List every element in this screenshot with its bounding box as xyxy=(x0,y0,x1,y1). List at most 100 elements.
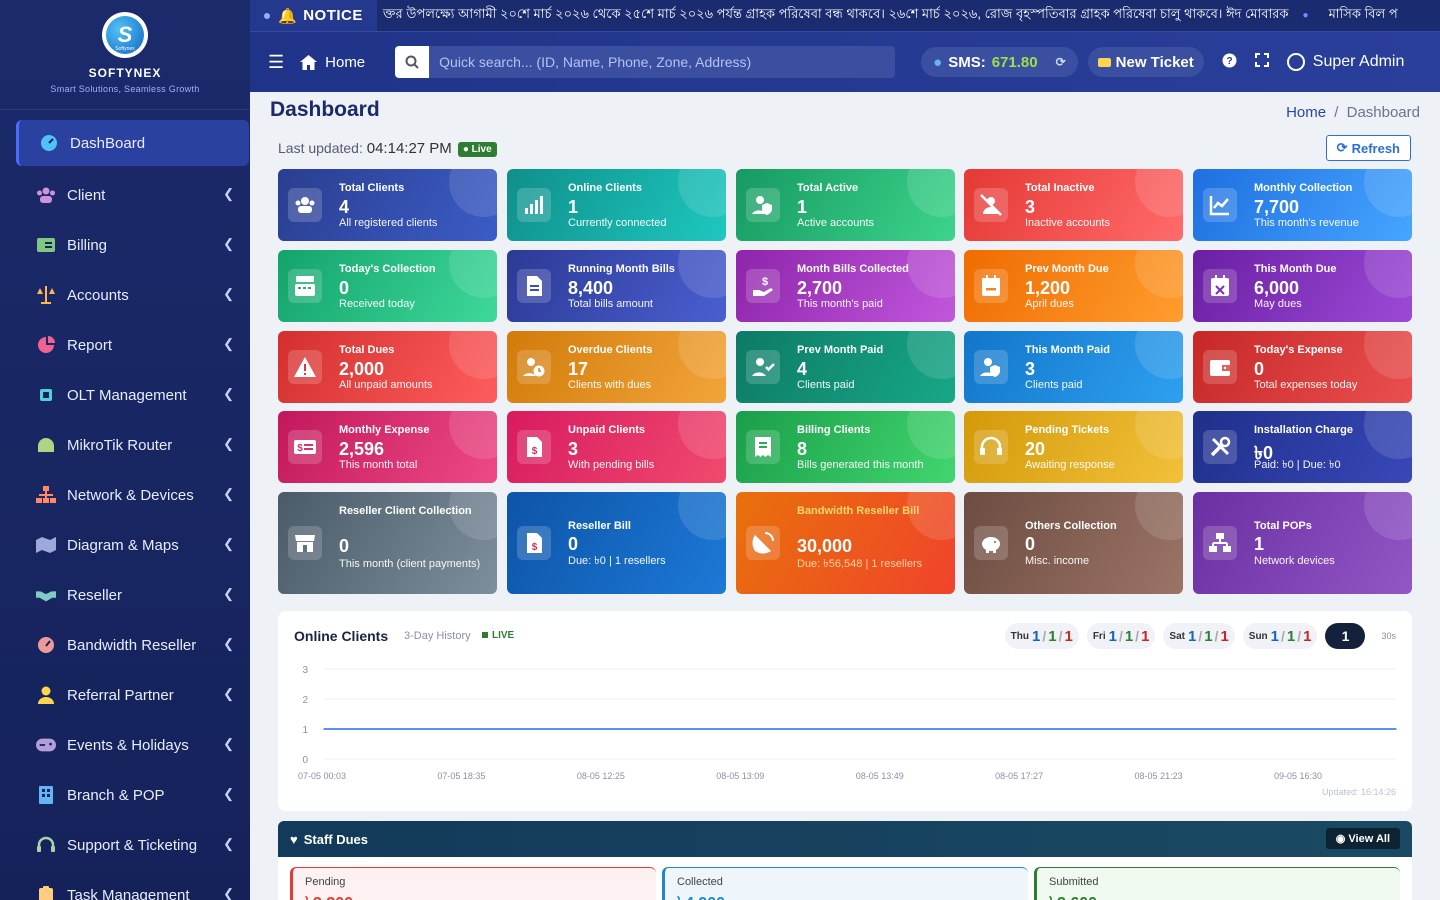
refresh-button[interactable]: ⟳ Refresh xyxy=(1325,135,1411,161)
sidebar-item-accounts[interactable]: Accounts ❮ xyxy=(0,270,250,320)
stat-card-subtitle: Network devices xyxy=(1254,555,1335,567)
sidebar-item-billing[interactable]: Billing ❮ xyxy=(0,220,250,270)
sidebar-item-mikrotik-router[interactable]: MikroTik Router ❮ xyxy=(0,420,250,470)
staff-dues-panel: ♥ Staff Dues ◉ View All Pending ৳3,300 Coll… xyxy=(278,821,1412,900)
sidebar-item-olt-management[interactable]: OLT Management ❮ xyxy=(0,370,250,420)
sidebar-item-events-holidays[interactable]: Events & Holidays ❮ xyxy=(0,720,250,770)
sidebar-item-network-devices[interactable]: Network & Devices ❮ xyxy=(0,470,250,520)
new-ticket-button[interactable]: New Ticket xyxy=(1087,47,1204,77)
sidebar-item-referral-partner[interactable]: Referral Partner ❮ xyxy=(0,670,250,720)
staff-due-label: Collected xyxy=(677,876,723,888)
home-label: Home xyxy=(325,53,366,71)
stat-card-monthly-expense[interactable]: $ Monthly Expense 2,596 This month total xyxy=(278,411,497,483)
user-shield-icon xyxy=(974,350,1008,384)
stat-card-total-active[interactable]: Total Active 1 Active accounts xyxy=(736,169,955,241)
search-box xyxy=(395,46,896,78)
user-check-icon xyxy=(746,350,780,384)
stat-card-title: Total Clients xyxy=(339,182,405,194)
stat-card-prev-month-due[interactable]: Prev Month Due 1,200 April dues xyxy=(964,250,1183,322)
stat-card-total-pops[interactable]: Total POPs 1 Network devices xyxy=(1193,492,1412,594)
stat-card-month-bills-collected[interactable]: $ Month Bills Collected 2,700 This month's … xyxy=(736,250,955,322)
x-tick-label: 08-05 13:09 xyxy=(716,771,764,781)
day-pill-fri[interactable]: Fri 1/1/1 xyxy=(1086,623,1156,649)
gauge-icon xyxy=(36,635,56,655)
stat-card-pending-tickets[interactable]: Pending Tickets 20 Awaiting response xyxy=(964,411,1183,483)
day-pill-sat[interactable]: Sat 1/1/1 xyxy=(1163,623,1235,649)
home-link[interactable]: Home xyxy=(300,54,365,71)
stat-card-online-clients[interactable]: Online Clients 1 Currently connected xyxy=(507,169,726,241)
chevron-left-icon: ❮ xyxy=(223,386,234,401)
billing-icon xyxy=(36,235,56,255)
money-bill-icon: $ xyxy=(288,430,322,464)
view-all-button[interactable]: ◉ View All xyxy=(1325,828,1400,849)
refresh-interval[interactable]: 30s xyxy=(1381,631,1396,641)
sidebar-item-branch-pop[interactable]: Branch & POP ❮ xyxy=(0,770,250,820)
stat-card-today-s-collection[interactable]: Today's Collection 0 Received today xyxy=(278,250,497,322)
router-icon xyxy=(36,435,56,455)
stat-card-bandwidth-reseller-bill[interactable]: Bandwidth Reseller Bill 30,000 Due: ৳56,54… xyxy=(736,492,955,594)
stat-card-value: 17 xyxy=(568,359,589,379)
stat-card-overdue-clients[interactable]: Overdue Clients 17 Clients with dues xyxy=(507,331,726,403)
stat-card-reseller-client-collection[interactable]: Reseller Client Collection 0 This month (c… xyxy=(278,492,497,594)
sms-label: SMS: xyxy=(948,53,986,71)
staff-due-submitted: Submitted ৳2,600 xyxy=(1034,867,1400,900)
chevron-left-icon: ❮ xyxy=(223,286,234,301)
stat-card-billing-clients[interactable]: Billing Clients 8 Bills generated this mon… xyxy=(736,411,955,483)
sidebar-item-label: Referral Partner xyxy=(67,686,174,704)
chevron-left-icon: ❮ xyxy=(223,686,234,701)
y-tick-label: 0 xyxy=(302,755,308,766)
stat-card-this-month-paid[interactable]: This Month Paid 3 Clients paid xyxy=(964,331,1183,403)
chevron-left-icon: ❮ xyxy=(223,836,234,851)
sidebar-item-report[interactable]: Report ❮ xyxy=(0,320,250,370)
search-icon[interactable] xyxy=(395,46,430,78)
help-icon[interactable]: ? xyxy=(1222,53,1237,72)
day-value-c: 1 xyxy=(1141,627,1150,645)
sidebar-item-support-ticketing[interactable]: Support & Ticketing ❮ xyxy=(0,820,250,870)
fullscreen-icon[interactable] xyxy=(1254,53,1269,71)
data-point xyxy=(935,728,938,730)
sitemap-icon xyxy=(1203,526,1237,560)
chip-icon xyxy=(36,385,56,405)
stat-card-this-month-due[interactable]: This Month Due 6,000 May dues xyxy=(1193,250,1412,322)
stat-card-total-dues[interactable]: Total Dues 2,000 All unpaid amounts xyxy=(278,331,497,403)
svg-text:$: $ xyxy=(532,542,538,553)
stat-card-unpaid-clients[interactable]: $ Unpaid Clients 3 With pending bills xyxy=(507,411,726,483)
sync-icon[interactable]: ⟳ xyxy=(1056,55,1066,69)
y-tick-label: 1 xyxy=(302,725,308,736)
sidebar-item-reseller[interactable]: Reseller ❮ xyxy=(0,570,250,620)
stat-card-others-collection[interactable]: Others Collection 0 Misc. income xyxy=(964,492,1183,594)
sidebar-item-task-management[interactable]: Task Management ❮ xyxy=(0,870,250,900)
day-pill-sun[interactable]: Sun 1/1/1 xyxy=(1242,623,1318,649)
stat-card-today-s-expense[interactable]: Today's Expense 0 Total expenses today xyxy=(1193,331,1412,403)
user-menu[interactable]: Super Admin xyxy=(1286,53,1404,71)
stat-card-reseller-bill[interactable]: $ Reseller Bill 0 Due: ৳0 | 1 resellers xyxy=(507,492,726,594)
stat-card-prev-month-paid[interactable]: Prev Month Paid 4 Clients paid xyxy=(736,331,955,403)
stat-card-total-inactive[interactable]: Total Inactive 3 Inactive accounts xyxy=(964,169,1183,241)
stat-card-installation-charge[interactable]: Installation Charge ৳0 Paid: ৳0 | Due: ৳0 xyxy=(1193,411,1412,483)
stat-card-running-month-bills[interactable]: Running Month Bills 8,400 Total bills amou… xyxy=(507,250,726,322)
stat-card-total-clients[interactable]: Total Clients 4 All registered clients xyxy=(278,169,497,241)
chevron-left-icon: ❮ xyxy=(223,886,234,900)
search-input[interactable] xyxy=(429,54,890,70)
chevron-left-icon: ❮ xyxy=(223,586,234,601)
brand-name: SOFTYNEX xyxy=(88,66,162,80)
logo[interactable]: S Softynex xyxy=(102,12,148,58)
sidebar-item-bandwidth-reseller[interactable]: Bandwidth Reseller ❮ xyxy=(0,620,250,670)
stat-card-monthly-collection[interactable]: Monthly Collection 7,700 This month's reve… xyxy=(1193,169,1412,241)
stat-card-title: Month Bills Collected xyxy=(797,263,909,275)
sms-balance[interactable]: ● SMS: 671.80 ⟳ xyxy=(921,47,1078,77)
users-icon xyxy=(288,188,322,222)
live-label: Live xyxy=(471,144,492,155)
day-pill-thu[interactable]: Thu 1/1/1 xyxy=(1004,623,1079,649)
sidebar-item-dashboard[interactable]: DashBoard xyxy=(16,120,249,166)
stat-card-title: Billing Clients xyxy=(797,424,871,436)
users-icon xyxy=(36,185,56,205)
stat-card-subtitle: Clients paid xyxy=(797,379,855,391)
stat-card-subtitle: Misc. income xyxy=(1025,555,1090,567)
menu-toggle-icon[interactable]: ☰ xyxy=(268,52,284,73)
breadcrumb-home[interactable]: Home xyxy=(1286,104,1326,121)
sidebar-item-client[interactable]: Client ❮ xyxy=(0,170,250,220)
staff-dues-title: Staff Dues xyxy=(303,831,369,847)
sidebar-item-diagram-maps[interactable]: Diagram & Maps ❮ xyxy=(0,520,250,570)
day-value-a: 1 xyxy=(1108,627,1117,645)
